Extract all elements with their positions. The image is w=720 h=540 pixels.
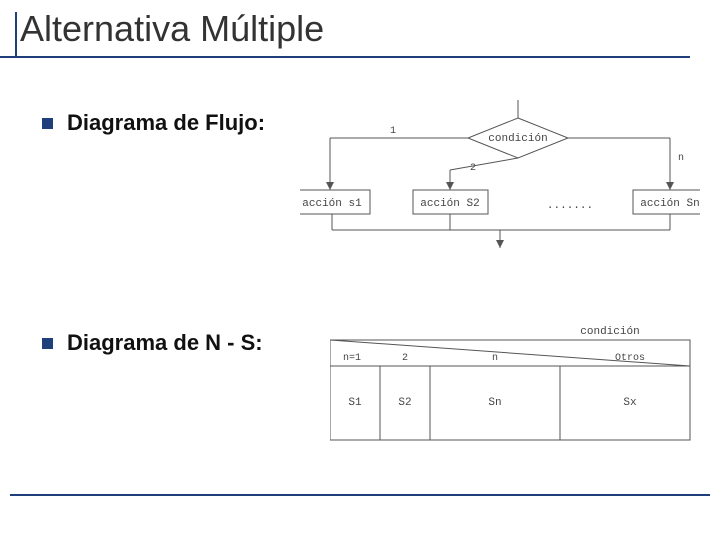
ns-diagram: condición n=1 2 n Otros S1 S2 Sn Sx bbox=[330, 320, 700, 460]
ns-case-n: n bbox=[492, 353, 498, 364]
ns-case-otros: Otros bbox=[615, 353, 645, 364]
ns-body-2: S2 bbox=[398, 397, 411, 409]
ns-case-2: 2 bbox=[402, 353, 408, 364]
title-tick bbox=[15, 12, 17, 56]
title-wrap: Alternativa Múltiple bbox=[20, 8, 324, 56]
title-underline bbox=[0, 56, 690, 58]
ns-case-1: n=1 bbox=[343, 353, 361, 364]
bullet-ns: Diagrama de N - S: bbox=[42, 330, 263, 356]
flowchart-branch-2-label: 2 bbox=[470, 163, 476, 174]
ns-condition-label: condición bbox=[580, 326, 639, 338]
ns-body-n: Sn bbox=[488, 397, 501, 409]
flowchart-action-2: acción S2 bbox=[420, 198, 479, 210]
slide: Alternativa Múltiple Diagrama de Flujo: … bbox=[0, 0, 720, 540]
flowchart-action-1: acción s1 bbox=[302, 198, 362, 210]
bullet-ns-label: Diagrama de N - S: bbox=[67, 330, 263, 356]
flowchart-branch-1-label: 1 bbox=[390, 126, 396, 137]
flowchart-action-n: acción Sn bbox=[640, 198, 699, 210]
bullet-square-icon bbox=[42, 118, 53, 129]
ns-body-1: S1 bbox=[348, 397, 362, 409]
flowchart-diagram: condición 1 2 n acción s1 acción S2 ....… bbox=[300, 100, 700, 260]
bullet-flowchart: Diagrama de Flujo: bbox=[42, 110, 265, 136]
flowchart-condition-label: condición bbox=[488, 133, 547, 145]
bullet-flowchart-label: Diagrama de Flujo: bbox=[67, 110, 265, 136]
bottom-rule bbox=[10, 494, 710, 496]
flowchart-ellipsis: ....... bbox=[547, 200, 593, 212]
ns-body-x: Sx bbox=[623, 397, 637, 409]
flowchart-branch-n-label: n bbox=[678, 153, 684, 164]
page-title: Alternativa Múltiple bbox=[20, 8, 324, 50]
bullet-square-icon bbox=[42, 338, 53, 349]
